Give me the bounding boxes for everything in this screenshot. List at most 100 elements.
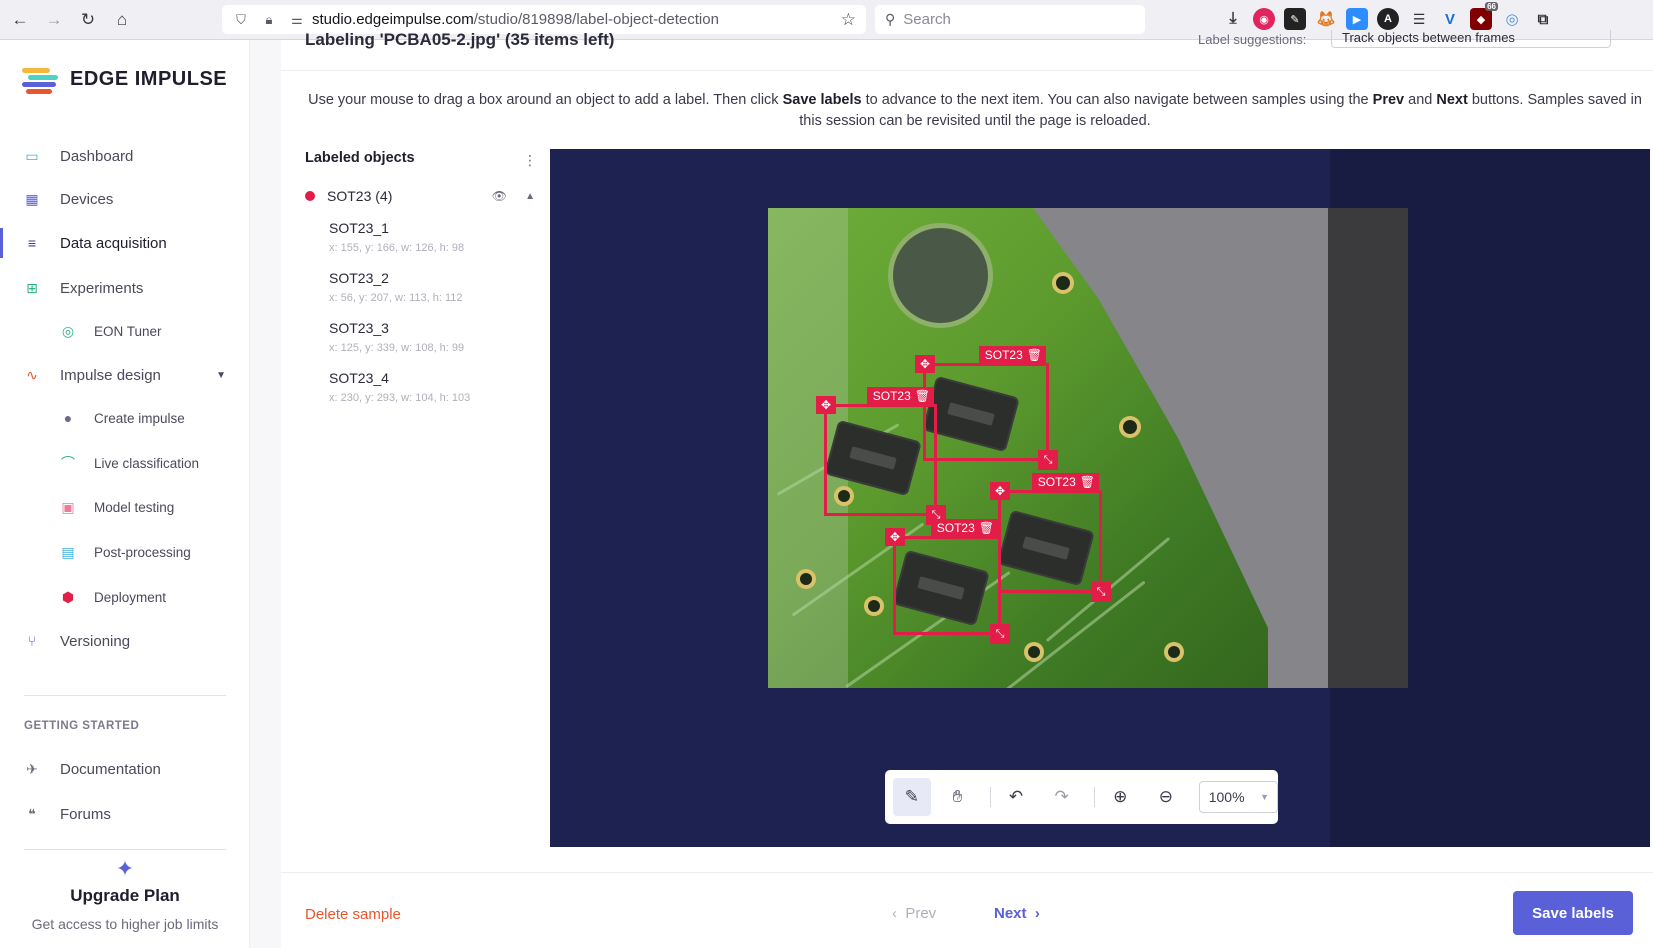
sidebar-item-documentation[interactable]: ✈ Documentation xyxy=(0,752,250,786)
label-class-row[interactable]: SOT23 (4) 👁︎ ▲ xyxy=(305,186,537,206)
sidebar-item-label: Deployment xyxy=(94,589,167,605)
list-item[interactable]: SOT23_1 x: 155, y: 166, w: 126, h: 98 xyxy=(329,220,464,254)
sidebar-item-devices[interactable]: ▦ Devices xyxy=(0,182,250,216)
labeling-canvas[interactable]: ✥ SOT23 🗑︎ ⤡ ✥ SOT23 🗑︎ ⤡ ✥ SOT23 🗑︎ ⤡ ✥ SO… xyxy=(550,149,1650,847)
chip-icon: ▦ xyxy=(25,190,39,207)
upgrade-plan[interactable]: ✦ Upgrade Plan Get access to higher job … xyxy=(0,856,250,932)
object-coords: x: 56, y: 207, w: 113, h: 112 xyxy=(329,292,463,304)
bounding-box-sot23-3[interactable]: ✥ SOT23 🗑︎ ⤡ xyxy=(885,519,1010,644)
sidebar-item-deployment[interactable]: ⬢ Deployment xyxy=(0,580,250,614)
extension-v-icon[interactable]: V xyxy=(1439,8,1461,30)
sidebar-item-dashboard[interactable]: ▭ Dashboard xyxy=(0,139,250,173)
trash-icon[interactable]: 🗑︎ xyxy=(915,389,930,403)
sidebar-item-impulse-design[interactable]: ∿ Impulse design ▼ xyxy=(0,358,250,392)
extension-list-icon[interactable]: ☰ xyxy=(1408,8,1430,30)
sidebar-item-label: Data acquisition xyxy=(60,234,167,252)
eye-icon[interactable]: 👁︎ xyxy=(492,189,507,203)
chevron-up-icon[interactable]: ▲ xyxy=(525,191,535,202)
sidebar-item-post-processing[interactable]: ▤ Post-processing xyxy=(0,535,250,569)
extension-red-icon[interactable]: ◉ xyxy=(1253,8,1275,30)
bbox-label[interactable]: SOT23 🗑︎ xyxy=(866,387,934,405)
upgrade-title: Upgrade Plan xyxy=(70,886,180,905)
save-labels-button[interactable]: Save labels xyxy=(1513,891,1633,935)
sidebar-item-label: Post-processing xyxy=(94,544,191,560)
sidebar-item-data-acquisition[interactable]: ≡ Data acquisition xyxy=(0,226,250,260)
sidebar-item-label: Versioning xyxy=(60,632,131,650)
label-suggestions-select[interactable]: Track objects between frames xyxy=(1331,30,1611,48)
object-coords: x: 230, y: 293, w: 104, h: 103 xyxy=(329,392,471,404)
download-icon[interactable]: ⤓ xyxy=(1222,8,1244,30)
list-item[interactable]: SOT23_3 x: 125, y: 339, w: 108, h: 99 xyxy=(329,320,464,354)
redo-icon[interactable]: ↷ xyxy=(1043,778,1081,816)
extension-globe-icon[interactable]: ◎ xyxy=(1501,8,1523,30)
chevron-down-icon: ▼ xyxy=(1260,792,1270,802)
bbox-label[interactable]: SOT23 🗑︎ xyxy=(1031,473,1099,491)
doc-icon: ▤ xyxy=(61,543,75,560)
bookmark-star-icon[interactable]: ☆ xyxy=(841,10,856,30)
reload-icon[interactable]: ↻ xyxy=(74,6,102,34)
zoom-out-icon[interactable]: ⊖ xyxy=(1147,778,1185,816)
trash-icon[interactable]: 🗑︎ xyxy=(1080,475,1095,489)
sidebar-divider xyxy=(24,695,226,696)
upgrade-description: Get access to higher job limits xyxy=(31,916,219,932)
more-vertical-icon[interactable]: ⋮ xyxy=(523,152,537,169)
object-name: SOT23_4 xyxy=(329,370,389,386)
label-color-dot xyxy=(305,191,315,201)
object-coords: x: 125, y: 339, w: 108, h: 99 xyxy=(329,342,465,354)
chevron-down-icon[interactable]: ▼ xyxy=(216,370,226,381)
bounding-box-sot23-4[interactable]: ✥ SOT23 🗑︎ ⤡ xyxy=(990,473,1111,602)
extension-dark-icon[interactable]: ✎ xyxy=(1284,8,1306,30)
pan-hand-icon[interactable]: ✋︎ xyxy=(939,778,977,816)
next-button[interactable]: Next › xyxy=(994,905,1040,922)
bbox-label[interactable]: SOT23 🗑︎ xyxy=(930,519,998,537)
branch-icon: ⑂ xyxy=(27,633,37,649)
bounding-box-sot23-1[interactable]: ✥ SOT23 🗑︎ ⤡ xyxy=(915,346,1058,470)
bbox-label[interactable]: SOT23 🗑︎ xyxy=(978,346,1046,364)
object-name: SOT23_3 xyxy=(329,320,389,336)
move-icon[interactable]: ✥ xyxy=(915,355,935,373)
move-icon[interactable]: ✥ xyxy=(990,482,1010,500)
delete-sample-link[interactable]: Delete sample xyxy=(305,906,401,923)
trash-icon[interactable]: 🗑︎ xyxy=(979,521,994,535)
sidebar-item-forums[interactable]: ❝ Forums xyxy=(0,797,250,831)
sidebar-item-create-impulse[interactable]: ● Create impulse xyxy=(0,401,250,435)
move-icon[interactable]: ✥ xyxy=(885,528,905,546)
undo-icon[interactable]: ↶ xyxy=(997,778,1035,816)
extension-a-icon[interactable]: A xyxy=(1377,8,1399,30)
trash-icon[interactable]: 🗑︎ xyxy=(1027,348,1042,362)
zoom-in-icon[interactable]: ⊕ xyxy=(1101,778,1139,816)
brand-logo[interactable]: EDGE IMPULSE xyxy=(22,66,227,94)
sidebar-item-model-testing[interactable]: ▣ Model testing xyxy=(0,490,250,524)
extensions-puzzle-icon[interactable]: ⧉ xyxy=(1532,8,1554,30)
home-icon[interactable]: ⌂ xyxy=(108,6,136,34)
header-divider xyxy=(281,70,1653,71)
zoom-ext-icon[interactable]: ▶ xyxy=(1346,8,1368,30)
resize-icon[interactable]: ⤡ xyxy=(1091,582,1111,602)
monitor-icon: ▭ xyxy=(25,147,39,164)
search-input[interactable]: ⚲ Search xyxy=(875,5,1145,34)
list-item[interactable]: SOT23_2 x: 56, y: 207, w: 113, h: 112 xyxy=(329,270,463,304)
sidebar-item-experiments[interactable]: ⊞ Experiments xyxy=(0,271,250,305)
grid-icon: ⊞ xyxy=(26,279,38,296)
lock-icon: 🔒︎ xyxy=(265,11,273,27)
draw-box-icon[interactable]: ✎ xyxy=(893,778,931,816)
dot-icon: ● xyxy=(63,410,73,426)
chat-icon: ❝ xyxy=(28,805,36,822)
resize-icon[interactable]: ⤡ xyxy=(1038,450,1058,470)
back-icon[interactable]: ← xyxy=(6,6,34,34)
sidebar-item-eon-tuner[interactable]: ◎ EON Tuner xyxy=(0,314,250,348)
url-path: /studio/819898/label-object-detection xyxy=(473,11,719,28)
sidebar-item-live-classification[interactable]: ⌒ Live classification xyxy=(0,446,250,480)
prev-button[interactable]: ‹ Prev xyxy=(892,905,936,922)
forward-icon[interactable]: → xyxy=(40,6,68,34)
move-icon[interactable]: ✥ xyxy=(816,396,836,414)
sidebar-item-versioning[interactable]: ⑂ Versioning xyxy=(0,624,250,658)
list-item[interactable]: SOT23_4 x: 230, y: 293, w: 104, h: 103 xyxy=(329,370,470,404)
zoom-select[interactable]: 100% ▼ xyxy=(1198,781,1279,813)
shield-icon: ⛉ xyxy=(236,11,246,27)
bounding-box-sot23-2[interactable]: ✥ SOT23 🗑︎ ⤡ xyxy=(816,387,946,525)
resize-icon[interactable]: ⤡ xyxy=(990,624,1010,644)
metamask-icon[interactable]: 🦊︎ xyxy=(1315,8,1337,30)
ublock-icon[interactable]: ◆ 66 xyxy=(1470,2,1498,30)
sidebar-item-label: EON Tuner xyxy=(94,323,162,339)
